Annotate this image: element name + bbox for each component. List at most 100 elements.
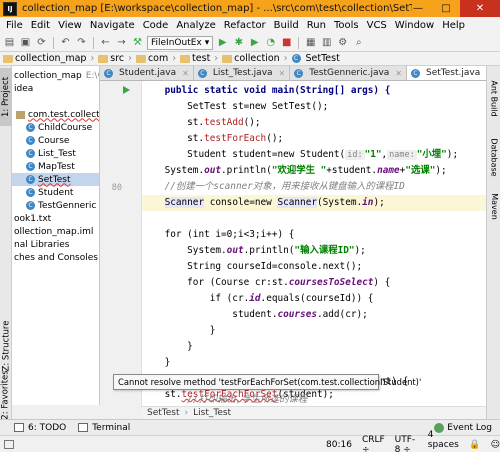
code-token: out <box>204 165 222 176</box>
menu-refactor[interactable]: Refactor <box>220 20 270 31</box>
class-icon: C <box>104 68 113 78</box>
editor-breadcrumbs: SetTest › List_Test <box>142 406 486 419</box>
code-line: public static void main(String[] args) { <box>142 83 486 99</box>
tree-item-course[interactable]: C Course <box>12 134 99 147</box>
file-encoding[interactable]: UTF-8 ÷ <box>395 435 418 452</box>
tree-item-idea[interactable]: idea <box>12 82 99 95</box>
tree-item-package[interactable]: com.test.collection <box>12 108 99 121</box>
tree-item-settest[interactable]: C SetTest <box>12 173 99 186</box>
tree-item-label: Student <box>38 187 74 198</box>
coverage-icon[interactable]: ▶ <box>248 36 261 49</box>
breadcrumb-test[interactable]: test <box>180 53 210 64</box>
profile-icon[interactable]: ◔ <box>264 36 277 49</box>
tab-student[interactable]: C Student.java ✕ <box>100 66 194 80</box>
code-line: //打印输出,学生所选的课程 <box>142 393 442 406</box>
menu-bar: File Edit View Navigate Code Analyze Ref… <box>0 17 500 34</box>
undo-icon[interactable]: ↶ <box>59 36 72 49</box>
close-button[interactable]: ✕ <box>460 0 500 17</box>
tab-settest[interactable]: CSetTest.java✕ <box>407 66 498 80</box>
back-icon[interactable]: ← <box>99 36 112 49</box>
editor-crumb[interactable]: List_Test <box>193 408 231 418</box>
ant-build-tool-button[interactable]: Ant Build <box>487 70 500 126</box>
minimize-button[interactable]: — <box>404 0 432 17</box>
menu-view[interactable]: View <box>54 20 86 31</box>
menu-analyze[interactable]: Analyze <box>172 20 219 31</box>
favorites-tool-button[interactable]: 2: Favorites <box>0 370 12 419</box>
class-icon: C <box>26 175 35 184</box>
menu-window[interactable]: Window <box>391 20 438 31</box>
code-token: .println( <box>243 245 295 256</box>
close-tab-icon[interactable]: ✕ <box>279 69 286 78</box>
menu-run[interactable]: Run <box>303 20 330 31</box>
menu-build[interactable]: Build <box>270 20 303 31</box>
menu-file[interactable]: File <box>2 20 27 31</box>
sdk-icon[interactable]: ▥ <box>320 36 333 49</box>
code-editor[interactable]: public static void main(String[] args) {… <box>142 81 486 408</box>
terminal-label: Terminal <box>92 422 131 433</box>
tree-item-childcourse[interactable]: C ChildCourse <box>12 121 99 134</box>
database-tool-button[interactable]: Database <box>487 132 500 182</box>
tree-item-blank[interactable] <box>12 95 99 108</box>
redo-icon[interactable]: ↷ <box>75 36 88 49</box>
maven-tool-button[interactable]: Maven <box>487 186 500 226</box>
project-structure-icon[interactable]: ▦ <box>304 36 317 49</box>
tree-item-list-test[interactable]: C List_Test <box>12 147 99 160</box>
tree-item-external-libraries[interactable]: nal Libraries <box>12 238 99 251</box>
tree-item-scratches[interactable]: ches and Consoles <box>12 251 99 264</box>
run-configuration-select[interactable]: FileInOutEx ▾ <box>147 35 214 50</box>
structure-tool-button[interactable]: Z: Structure <box>0 316 12 376</box>
maximize-button[interactable]: □ <box>432 0 460 17</box>
breadcrumb-project[interactable]: collection_map <box>3 53 86 64</box>
close-tab-icon[interactable]: ✕ <box>395 69 402 78</box>
tab-testgenneric[interactable]: C TestGenneric.java ✕ <box>290 66 407 80</box>
close-tab-icon[interactable]: ✕ <box>182 69 189 78</box>
forward-icon[interactable]: → <box>115 36 128 49</box>
editor-crumb[interactable]: SetTest <box>147 408 180 418</box>
settings-icon[interactable]: ⚙ <box>336 36 349 49</box>
menu-edit[interactable]: Edit <box>27 20 54 31</box>
breadcrumb-settest[interactable]: C SetTest <box>291 53 340 64</box>
tree-item-student[interactable]: C Student <box>12 186 99 199</box>
breadcrumb-collection[interactable]: collection <box>222 53 280 64</box>
tree-item-maptest[interactable]: C MapTest <box>12 160 99 173</box>
code-line: System.out.println("欢迎学生 "+student.name+… <box>142 163 486 179</box>
code-token: ); <box>446 149 459 160</box>
code-token: public static void main(String[] args) { <box>142 85 391 96</box>
line-separator[interactable]: CRLF ÷ <box>362 435 385 452</box>
code-token: for (Course cr:st. <box>142 277 289 288</box>
run-main-icon[interactable] <box>123 86 130 94</box>
tree-item-testgenneric[interactable]: C TestGenneric <box>12 199 99 212</box>
save-icon[interactable]: ▣ <box>19 36 32 49</box>
layout-toggle-icon[interactable] <box>4 439 14 449</box>
menu-help[interactable]: Help <box>438 20 469 31</box>
run-icon[interactable]: ▶ <box>216 36 229 49</box>
menu-vcs[interactable]: VCS <box>363 20 391 31</box>
inspector-icon[interactable]: ☺ <box>491 440 500 450</box>
terminal-tool-tab[interactable]: Terminal <box>78 423 130 433</box>
tree-item-book1[interactable]: ook1.txt <box>12 212 99 225</box>
menu-tools[interactable]: Tools <box>330 20 363 31</box>
lock-icon[interactable]: 🔒 <box>469 440 480 450</box>
ant-build-label: Ant Build <box>489 79 499 117</box>
tree-item-iml[interactable]: ollection_map.iml <box>12 225 99 238</box>
search-icon[interactable]: ⌕ <box>352 36 365 49</box>
stop-icon[interactable]: ■ <box>280 36 293 49</box>
project-tool-button[interactable]: 1: Project <box>0 68 12 126</box>
debug-icon[interactable]: ✱ <box>232 36 245 49</box>
menu-code[interactable]: Code <box>139 20 173 31</box>
code-line: student.courses.add(cr); <box>142 307 486 323</box>
build-hammer-icon[interactable]: ⚒ <box>131 36 144 49</box>
bottom-tool-tabs: 6: TODO Terminal Event Log <box>0 419 500 435</box>
param-hint: name: <box>387 150 417 160</box>
indent-setting[interactable]: 4 spaces ÷ <box>428 430 460 452</box>
open-folder-icon[interactable]: ▤ <box>3 36 16 49</box>
tree-item-project-root[interactable]: collection_mapE:\worksp <box>12 69 99 82</box>
menu-navigate[interactable]: Navigate <box>86 20 139 31</box>
breadcrumb-com[interactable]: com <box>135 53 168 64</box>
cursor-position[interactable]: 80:16 <box>326 440 352 450</box>
todo-icon <box>14 423 24 432</box>
sync-icon[interactable]: ⟳ <box>35 36 48 49</box>
tab-list-test[interactable]: C List_Test.java ✕ <box>194 66 291 80</box>
todo-tool-tab[interactable]: 6: TODO <box>14 423 66 433</box>
breadcrumb-src[interactable]: src <box>98 53 124 64</box>
